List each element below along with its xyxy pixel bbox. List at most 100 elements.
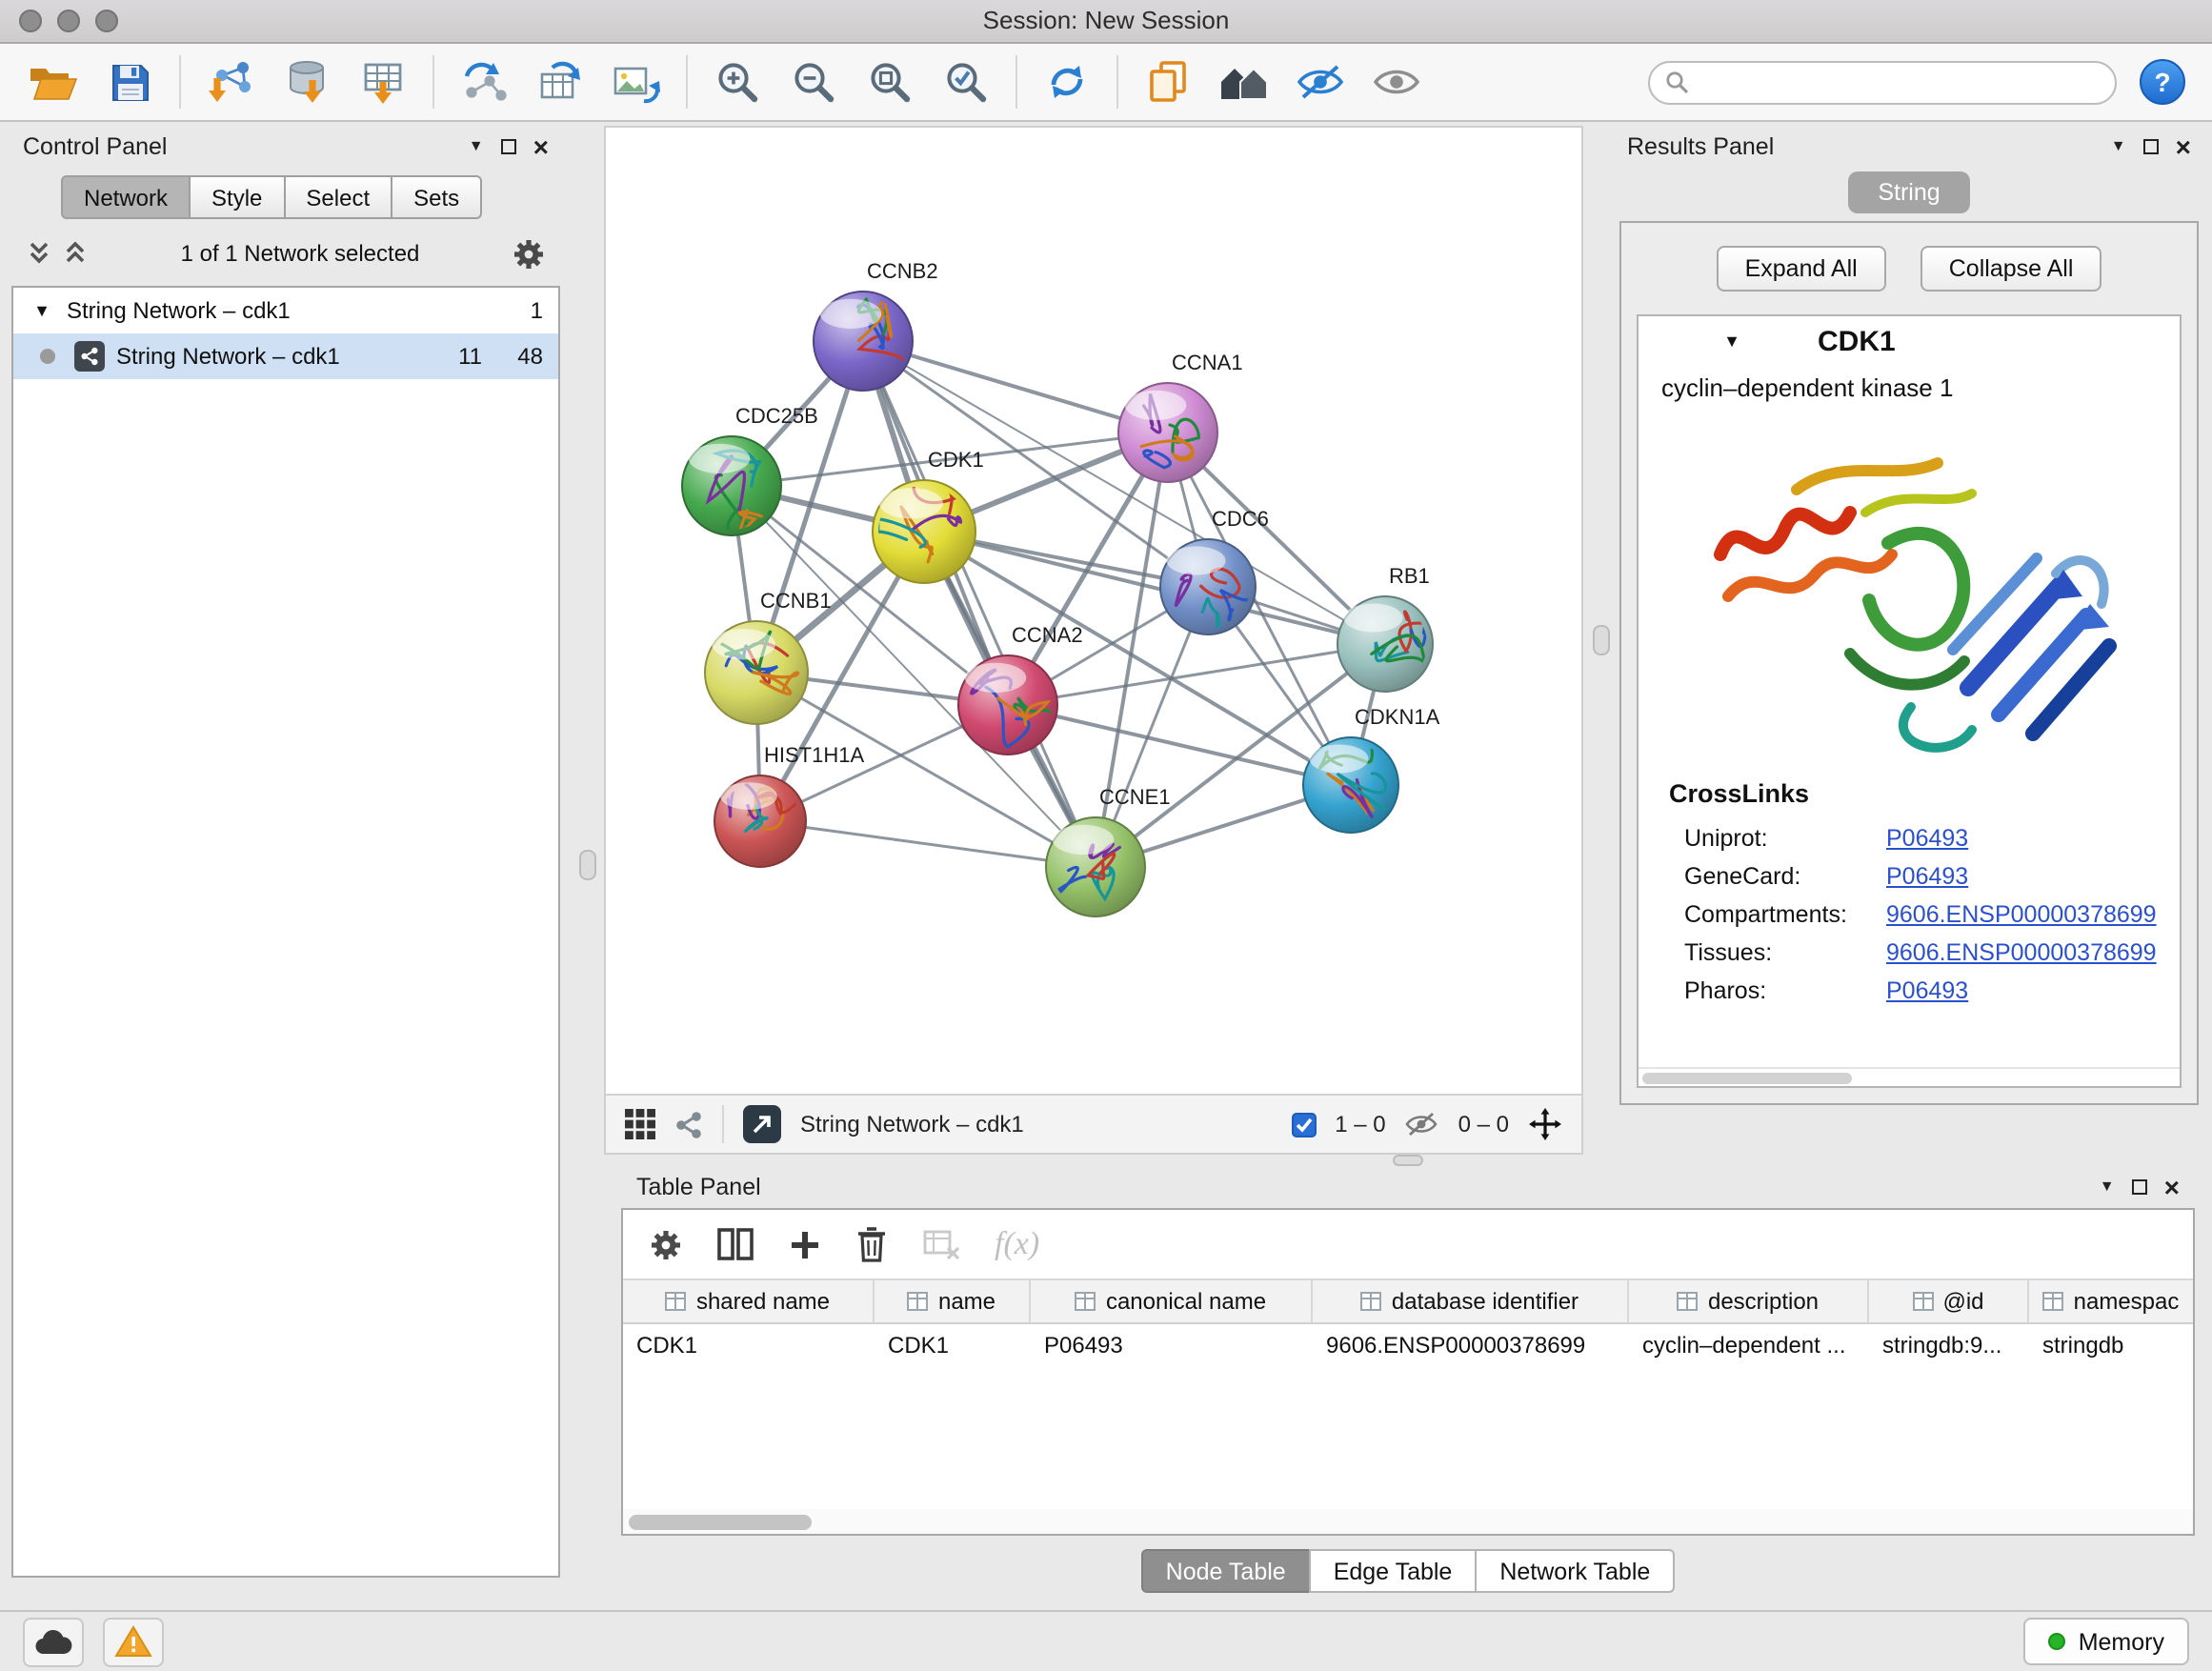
crosslink-pharos-link[interactable]: P06493: [1886, 977, 1968, 1004]
tab-string[interactable]: String: [1847, 171, 1970, 213]
hidden-eye-slash-icon[interactable]: [1405, 1111, 1439, 1137]
search-icon: [1665, 70, 1690, 94]
apply-layout-button[interactable]: [1040, 55, 1094, 109]
copy-document-button[interactable]: [1141, 55, 1195, 109]
table-options-gear-icon[interactable]: [650, 1228, 682, 1260]
clone-table-button[interactable]: [533, 55, 587, 109]
cell-namespace[interactable]: stringdb: [2029, 1324, 2193, 1366]
gene-section-header[interactable]: ▼ CDK1: [1639, 316, 2180, 366]
column-header[interactable]: canonical name: [1031, 1280, 1313, 1322]
add-column-icon[interactable]: [789, 1228, 821, 1260]
import-network-from-file-button[interactable]: [204, 55, 257, 109]
cell-description[interactable]: cyclin–dependent ...: [1629, 1324, 1869, 1366]
network-canvas[interactable]: CCNB2CCNA1CDC25BCDK1CDC6RB1CCNB1CCNA2CDK…: [606, 128, 1581, 1094]
panel-collapse-icon[interactable]: ▼: [469, 139, 484, 154]
column-header[interactable]: description: [1629, 1280, 1869, 1322]
grid-view-icon[interactable]: [625, 1109, 655, 1139]
column-header[interactable]: database identifier: [1313, 1280, 1629, 1322]
cloud-status-button[interactable]: [23, 1617, 84, 1666]
search-box[interactable]: [1648, 60, 2117, 104]
panel-float-icon[interactable]: [2143, 139, 2159, 154]
tab-node-table[interactable]: Node Table: [1141, 1549, 1311, 1593]
panel-close-icon[interactable]: ×: [2164, 1174, 2180, 1200]
network-options-gear-icon[interactable]: [513, 237, 545, 270]
column-header[interactable]: name: [875, 1280, 1031, 1322]
memory-button[interactable]: Memory: [2023, 1618, 2189, 1665]
table-row[interactable]: CDK1 CDK1 P06493 9606.ENSP00000378699 cy…: [623, 1324, 2193, 1366]
crosslink-compartments-link[interactable]: 9606.ENSP00000378699: [1886, 901, 2157, 928]
eye-icon: [1372, 63, 1421, 101]
open-session-button[interactable]: [27, 55, 80, 109]
panel-close-icon[interactable]: ×: [2176, 133, 2191, 160]
panel-close-icon[interactable]: ×: [533, 133, 549, 160]
results-horizontal-scrollbar[interactable]: [1639, 1067, 2180, 1086]
crosslink-genecard-link[interactable]: P06493: [1886, 863, 1968, 890]
tab-style[interactable]: Style: [189, 175, 285, 219]
zoom-selected-button[interactable]: [939, 55, 993, 109]
cell-database-identifier[interactable]: 9606.ENSP00000378699: [1313, 1324, 1629, 1366]
cell-id[interactable]: stringdb:9...: [1869, 1324, 2029, 1366]
panel-collapse-icon[interactable]: ▼: [2100, 1179, 2115, 1195]
cell-shared-name[interactable]: CDK1: [623, 1324, 875, 1366]
table-horizontal-scrollbar[interactable]: [623, 1509, 2193, 1534]
network-share-icon[interactable]: [674, 1110, 703, 1138]
import-network-from-database-button[interactable]: [280, 55, 333, 109]
warning-icon: [114, 1625, 152, 1658]
toolbar-separator: [1016, 55, 1017, 109]
scrollbar-thumb[interactable]: [629, 1514, 812, 1529]
warnings-button[interactable]: [103, 1617, 164, 1666]
panel-float-icon[interactable]: [2132, 1179, 2147, 1195]
show-columns-icon[interactable]: [716, 1227, 754, 1261]
hide-graphics-button[interactable]: [1294, 55, 1347, 109]
memory-status-dot: [2048, 1633, 2065, 1650]
section-expanded-icon[interactable]: ▼: [1719, 332, 1745, 351]
pan-move-icon[interactable]: [1528, 1107, 1562, 1141]
show-graphics-button[interactable]: [1370, 55, 1423, 109]
expand-all-button[interactable]: Expand All: [1717, 246, 1886, 292]
delete-column-trash-icon[interactable]: [855, 1225, 888, 1263]
tree-expanded-icon[interactable]: ▼: [29, 301, 55, 320]
tab-network[interactable]: Network: [61, 175, 191, 219]
column-header[interactable]: shared name: [623, 1280, 875, 1322]
cell-name[interactable]: CDK1: [875, 1324, 1031, 1366]
main-toolbar: ?: [0, 44, 2212, 122]
table-panel-title: Table Panel: [636, 1174, 761, 1200]
splitter-handle[interactable]: [1393, 1155, 1423, 1166]
zoom-out-button[interactable]: [787, 55, 840, 109]
tab-sets[interactable]: Sets: [391, 175, 482, 219]
crosslink-tissues-link[interactable]: 9606.ENSP00000378699: [1886, 939, 2157, 966]
crosslink-uniprot-link[interactable]: P06493: [1886, 825, 1968, 852]
network-status-dot: [40, 349, 55, 364]
toolbar-separator: [1116, 55, 1118, 109]
panel-collapse-icon[interactable]: ▼: [2111, 139, 2126, 154]
tab-edge-table[interactable]: Edge Table: [1309, 1549, 1478, 1593]
collapse-all-networks-icon[interactable]: [63, 240, 88, 267]
search-input[interactable]: [1699, 67, 2100, 97]
tab-select[interactable]: Select: [283, 175, 392, 219]
svg-text:RB1: RB1: [1389, 564, 1430, 588]
cell-canonical-name[interactable]: P06493: [1031, 1324, 1313, 1366]
network-collection-row[interactable]: ▼ String Network – cdk1 1: [13, 288, 558, 333]
new-network-button[interactable]: [457, 55, 511, 109]
collapse-all-button[interactable]: Collapse All: [1920, 246, 2102, 292]
network-row[interactable]: String Network – cdk1 11 48: [13, 333, 558, 379]
import-table-button[interactable]: [356, 55, 410, 109]
column-header[interactable]: namespac: [2029, 1280, 2193, 1322]
save-session-button[interactable]: [103, 55, 156, 109]
birds-eye-view-button[interactable]: [1217, 55, 1271, 109]
window-title: Session: New Session: [0, 0, 2212, 42]
hidden-node-edge-count: 0 – 0: [1458, 1111, 1509, 1137]
expand-all-networks-icon[interactable]: [27, 240, 51, 267]
export-image-button[interactable]: [610, 55, 663, 109]
import-network-icon: [206, 59, 255, 105]
selected-checkbox[interactable]: [1291, 1112, 1316, 1137]
zoom-in-button[interactable]: [711, 55, 764, 109]
tab-network-table[interactable]: Network Table: [1475, 1549, 1675, 1593]
open-in-window-button[interactable]: [743, 1105, 781, 1143]
splitter-handle[interactable]: [579, 850, 596, 880]
panel-float-icon[interactable]: [501, 139, 516, 154]
zoom-fit-button[interactable]: [863, 55, 916, 109]
column-header[interactable]: @id: [1869, 1280, 2029, 1322]
splitter-handle[interactable]: [1593, 625, 1610, 655]
help-button[interactable]: ?: [2140, 59, 2185, 105]
